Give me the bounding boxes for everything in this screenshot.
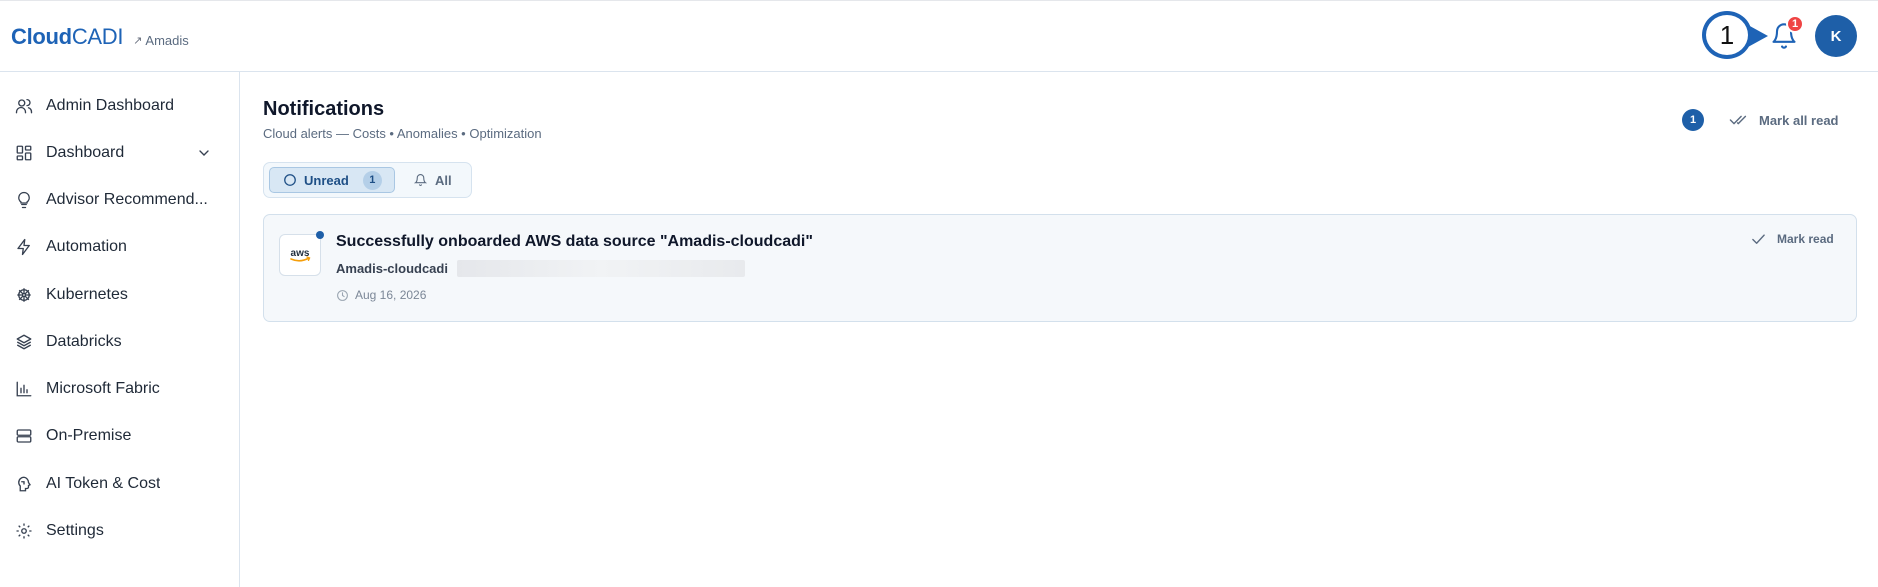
notification-source: Amadis-cloudcadi	[336, 261, 448, 276]
tab-all[interactable]: All	[402, 167, 466, 193]
brand-name-bold: Cloud	[11, 24, 72, 49]
gear-icon	[14, 521, 34, 541]
brand-name-light: CADI	[71, 24, 124, 49]
mark-all-read-button[interactable]: Mark all read	[1729, 108, 1839, 132]
sidebar: Admin Dashboard Dashboard Advisor Recomm…	[0, 72, 240, 587]
sidebar-item-label: On-Premise	[46, 427, 132, 444]
sidebar-item-label: Automation	[46, 238, 127, 255]
external-arrow-icon: ↗	[133, 35, 143, 47]
bell-outline-icon	[414, 174, 427, 186]
mark-read-button[interactable]: Mark read	[1751, 232, 1834, 246]
main-content: Notifications Cloud alerts — Costs • Ano…	[241, 72, 1878, 587]
unread-count-badge: 1	[1682, 109, 1704, 131]
aws-logo-icon: aws	[279, 234, 321, 276]
circle-icon	[284, 174, 296, 186]
check-icon	[1752, 233, 1765, 244]
mark-read-label: Mark read	[1777, 232, 1834, 246]
sidebar-item-kubernetes[interactable]: Kubernetes	[0, 275, 239, 315]
sidebar-item-label: Kubernetes	[46, 286, 128, 303]
brand-logo[interactable]: Cloud CADI ↗ Amadis	[11, 24, 189, 50]
helm-wheel-icon	[14, 285, 34, 305]
sidebar-item-on-premise[interactable]: On-Premise	[0, 416, 239, 456]
users-icon	[14, 96, 34, 116]
notification-filter-tabs: Unread 1 All	[263, 162, 472, 198]
unread-indicator-dot	[316, 231, 324, 239]
bar-chart-icon	[14, 379, 34, 399]
sidebar-item-label: Advisor Recommend...	[46, 191, 208, 208]
tenant-link[interactable]: ↗ Amadis	[133, 33, 189, 48]
sidebar-item-settings[interactable]: Settings	[0, 511, 239, 551]
redacted-text	[457, 260, 745, 277]
sidebar-item-ai-token-cost[interactable]: AI Token & Cost	[0, 464, 239, 504]
chevron-down-icon[interactable]	[196, 145, 212, 161]
sidebar-item-label: Databricks	[46, 333, 122, 350]
ai-head-icon	[14, 474, 34, 494]
tab-all-label: All	[435, 172, 452, 188]
sidebar-item-databricks[interactable]: Databricks	[0, 322, 239, 362]
sidebar-item-admin-dashboard[interactable]: Admin Dashboard	[0, 86, 239, 126]
lightbulb-icon	[14, 190, 34, 210]
lightning-icon	[14, 237, 34, 257]
sidebar-item-dashboard[interactable]: Dashboard	[0, 133, 239, 173]
server-icon	[14, 426, 34, 446]
mark-all-read-label: Mark all read	[1759, 112, 1839, 128]
sidebar-item-label: Settings	[46, 522, 104, 539]
notification-count-badge: 1	[1786, 15, 1804, 33]
clock-icon	[337, 289, 348, 301]
sidebar-item-microsoft-fabric[interactable]: Microsoft Fabric	[0, 369, 239, 409]
notification-date: Aug 16, 2026	[355, 288, 427, 302]
tenant-name: Amadis	[145, 33, 189, 48]
tab-unread[interactable]: Unread 1	[269, 167, 395, 193]
user-avatar[interactable]: K	[1815, 15, 1857, 57]
tab-unread-label: Unread	[304, 172, 349, 188]
page-subtitle: Cloud alerts — Costs • Anomalies • Optim…	[263, 126, 542, 141]
sidebar-item-label: Dashboard	[46, 144, 125, 161]
double-check-icon	[1729, 115, 1747, 125]
layers-icon	[14, 332, 34, 352]
tab-unread-count: 1	[362, 170, 382, 190]
step-marker: 1	[1702, 11, 1752, 59]
sidebar-item-label: Admin Dashboard	[46, 97, 175, 114]
step-arrow-icon	[1748, 25, 1768, 47]
sidebar-item-advisor-recommendations[interactable]: Advisor Recommend...	[0, 180, 239, 220]
top-bar: Cloud CADI ↗ Amadis 1 1 K	[0, 0, 1878, 72]
notification-timestamp: Aug 16, 2026	[336, 288, 426, 302]
sidebar-item-automation[interactable]: Automation	[0, 227, 239, 267]
notification-title: Successfully onboarded AWS data source "…	[336, 233, 813, 250]
notification-item[interactable]: aws Successfully onboarded AWS data sour…	[263, 214, 1857, 322]
sidebar-item-label: AI Token & Cost	[46, 475, 161, 492]
page-title: Notifications	[263, 98, 385, 120]
dashboard-grid-icon	[14, 143, 34, 163]
sidebar-item-label: Microsoft Fabric	[46, 380, 160, 397]
